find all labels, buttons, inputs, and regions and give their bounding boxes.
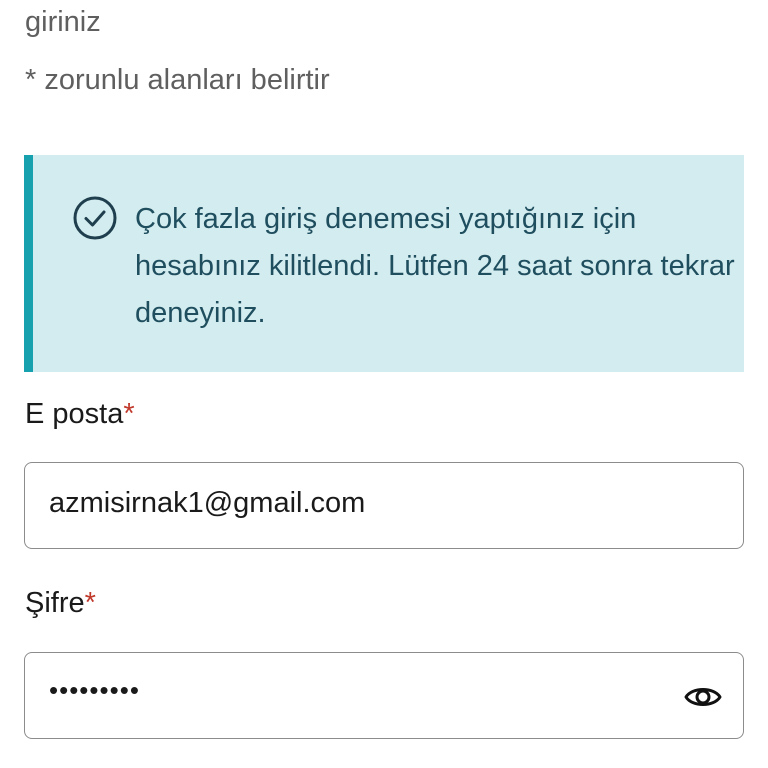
email-label: E posta* bbox=[25, 400, 135, 429]
email-value: azmisirnak1@gmail.com bbox=[49, 487, 366, 519]
password-label: Şifre* bbox=[25, 589, 96, 618]
required-asterisk: * bbox=[123, 398, 135, 430]
login-form-page: giriniz * zorunlu alanları belirtir Çok … bbox=[0, 0, 768, 768]
account-locked-alert: Çok fazla giriş denemesi yaptığınız için… bbox=[24, 155, 744, 372]
intro-text: giriniz bbox=[25, 6, 101, 38]
password-label-text: Şifre bbox=[25, 587, 85, 619]
email-field[interactable]: azmisirnak1@gmail.com bbox=[24, 462, 744, 549]
password-masked-value: ••••••••• bbox=[49, 675, 140, 705]
password-field[interactable]: ••••••••• bbox=[24, 652, 744, 739]
required-asterisk: * bbox=[84, 587, 96, 619]
required-fields-note: * zorunlu alanları belirtir bbox=[25, 64, 330, 96]
email-label-text: E posta bbox=[25, 398, 124, 430]
eye-icon[interactable] bbox=[683, 677, 723, 717]
check-circle-icon bbox=[73, 196, 117, 240]
alert-message: Çok fazla giriş denemesi yaptığınız için… bbox=[135, 203, 735, 329]
